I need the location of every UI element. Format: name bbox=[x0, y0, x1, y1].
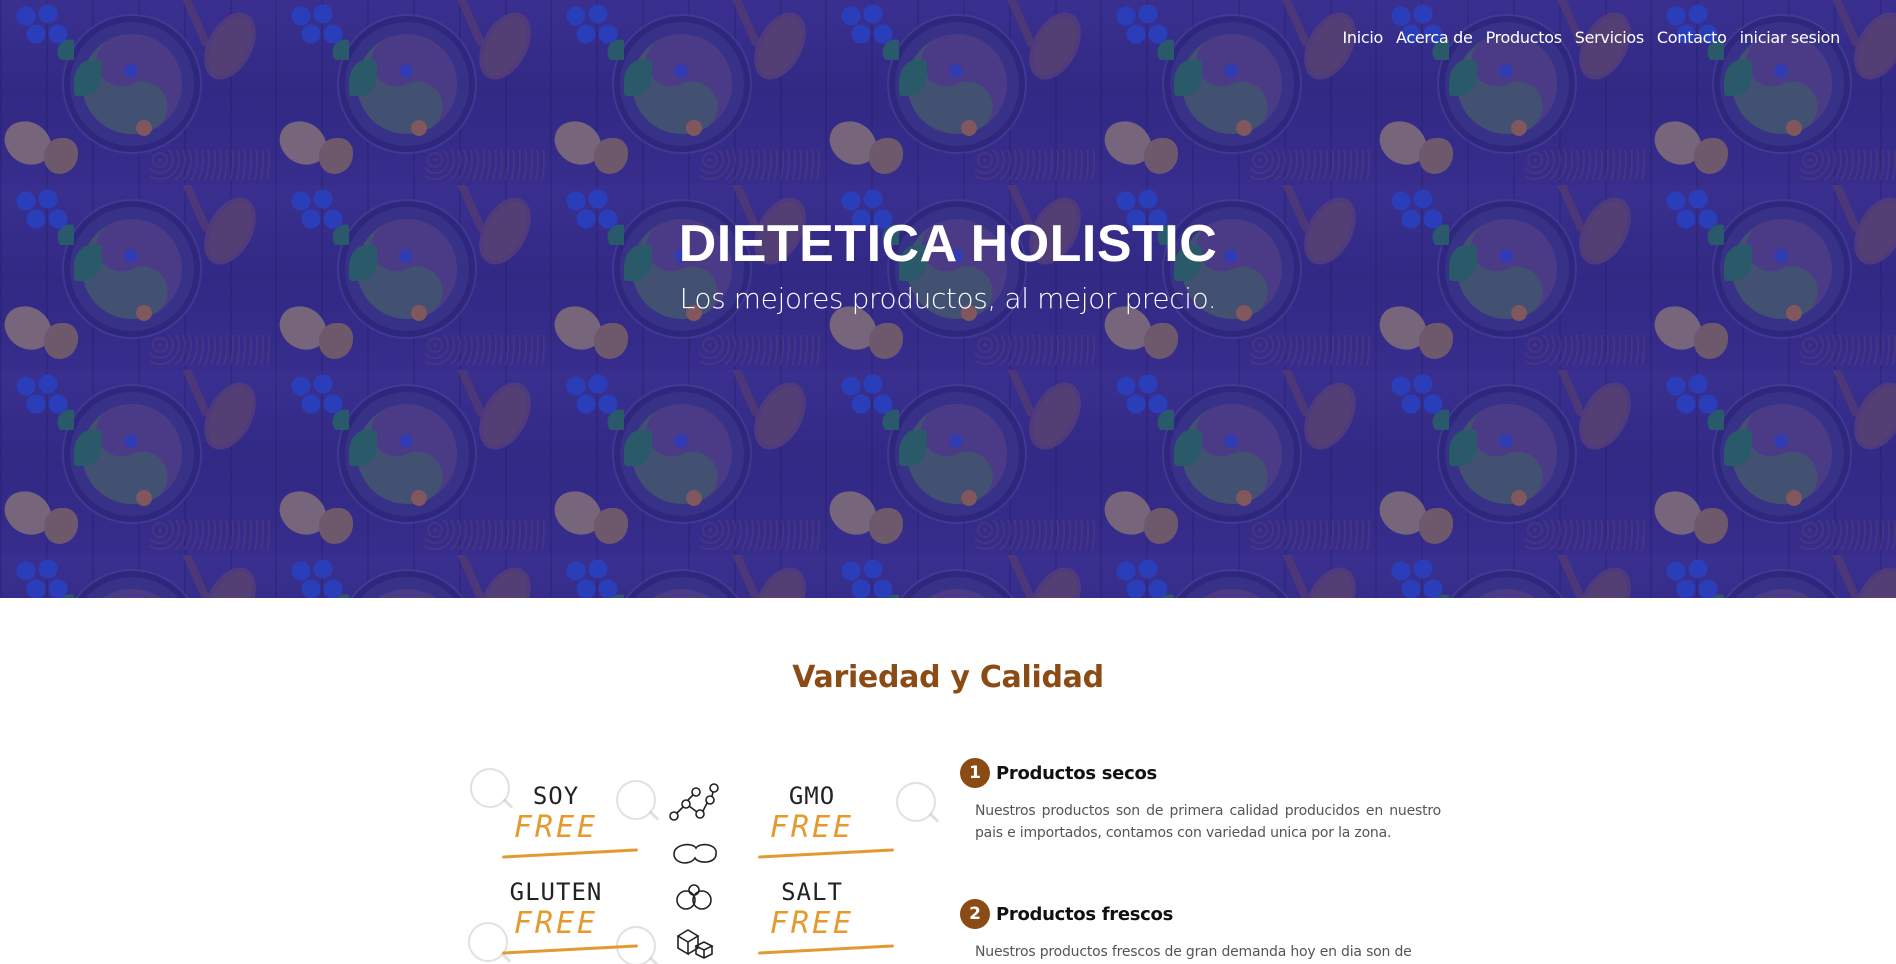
free-from-illustration: SOY FREE GMO FREE GLUTEN FREE SALT FREE bbox=[466, 760, 946, 964]
section-title: Variedad y Calidad bbox=[792, 660, 1104, 695]
feature-header: 1 Productos secos bbox=[960, 758, 1440, 788]
feature-item-1: 1 Productos secos Nuestros productos son… bbox=[960, 758, 1441, 844]
cubes-icon bbox=[676, 929, 714, 959]
badge-free: FREE bbox=[769, 906, 855, 941]
hero-subtitle: Los mejores productos, al mejor precio. bbox=[679, 282, 1217, 315]
main-nav: Inicio Acerca de Productos Servicios Con… bbox=[1342, 28, 1840, 47]
feature-title: Productos frescos bbox=[996, 903, 1174, 925]
badge-underline bbox=[502, 848, 638, 859]
badge-word: SALT bbox=[781, 878, 843, 906]
feature-title: Productos secos bbox=[996, 762, 1157, 784]
salt-free-badge: SALT FREE bbox=[732, 878, 894, 958]
badge-underline bbox=[502, 944, 638, 955]
nav-link-inicio[interactable]: Inicio bbox=[1342, 28, 1383, 47]
badge-underline bbox=[758, 848, 894, 859]
feature-description: Nuestros productos frescos de gran deman… bbox=[975, 944, 1412, 960]
molecule-icon bbox=[669, 783, 719, 821]
hero-banner: Inicio Acerca de Productos Servicios Con… bbox=[0, 0, 1896, 598]
badge-underline bbox=[758, 944, 894, 955]
gmo-free-badge: GMO FREE bbox=[732, 782, 894, 862]
badge-free: FREE bbox=[769, 810, 855, 845]
nav-link-acerca-de[interactable]: Acerca de bbox=[1396, 28, 1473, 47]
bean-icon bbox=[673, 843, 717, 864]
nav-link-servicios[interactable]: Servicios bbox=[1575, 28, 1644, 47]
feature-description: Nuestros productos son de primera calida… bbox=[975, 803, 1441, 841]
nav-link-contacto[interactable]: Contacto bbox=[1657, 28, 1727, 47]
feature-item-2: 2 Productos frescos Nuestros productos f… bbox=[960, 899, 1440, 963]
feature-number-badge: 1 bbox=[960, 758, 990, 788]
feature-number-badge: 2 bbox=[960, 899, 990, 929]
bubbles-icon bbox=[676, 884, 712, 910]
badge-word: GLUTEN bbox=[509, 878, 603, 906]
hero-title: DIETETICA HOLISTIC bbox=[678, 215, 1218, 273]
feature-header: 2 Productos frescos bbox=[960, 899, 1440, 929]
gluten-free-badge: GLUTEN FREE bbox=[476, 878, 638, 958]
badge-free: FREE bbox=[513, 810, 599, 845]
nav-link-iniciar-sesion[interactable]: iniciar sesion bbox=[1740, 28, 1841, 47]
badge-word: GMO bbox=[788, 782, 836, 810]
watermark-icon bbox=[896, 782, 936, 822]
badge-free: FREE bbox=[513, 906, 599, 941]
nav-link-productos[interactable]: Productos bbox=[1486, 28, 1562, 47]
badge-word: SOY bbox=[532, 782, 580, 810]
soy-free-badge: SOY FREE bbox=[476, 782, 638, 862]
